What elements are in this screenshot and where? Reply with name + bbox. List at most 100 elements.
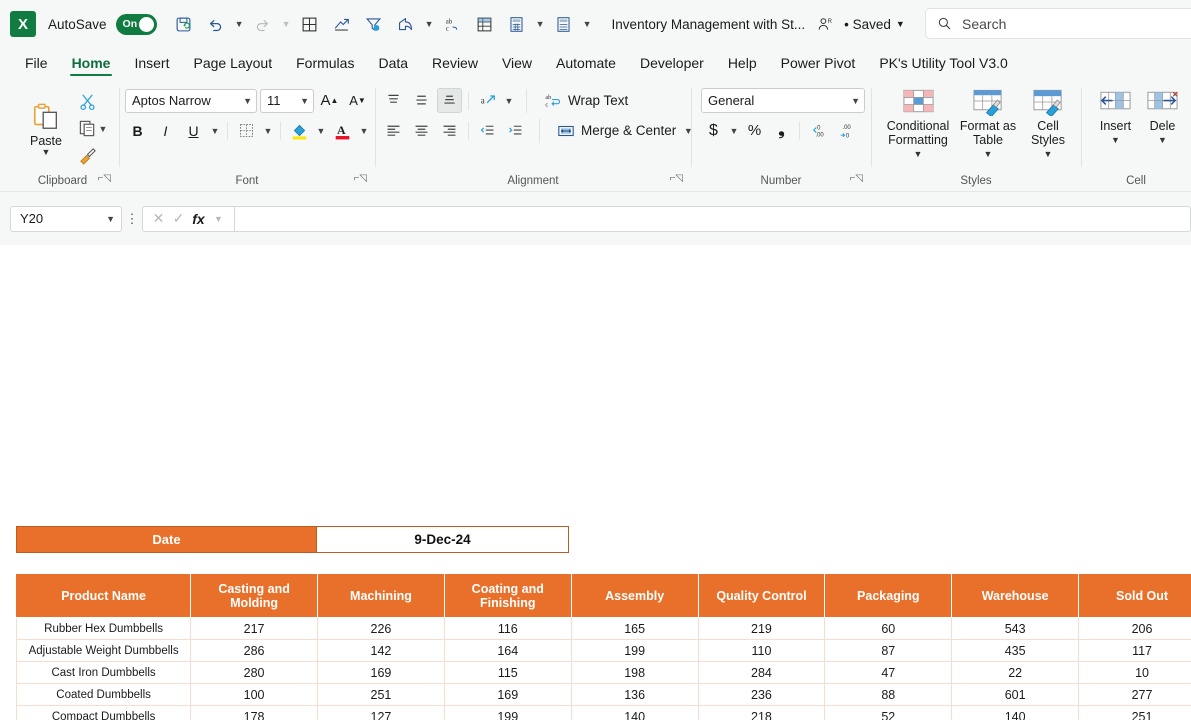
- table-row[interactable]: Coated Dumbbells 100 251 169 136 236 88 601 277: [15, 683, 1191, 706]
- format-painter-button[interactable]: [78, 143, 109, 169]
- bottom-align-button[interactable]: [437, 88, 462, 113]
- orientation-button[interactable]: a: [475, 88, 500, 113]
- table-row[interactable]: Compact Dumbbells 178 127 199 140 218 52 140 251: [15, 705, 1191, 720]
- underline-button[interactable]: U: [181, 118, 206, 143]
- conditional-formatting-dropdown-icon[interactable]: ▼: [914, 147, 923, 161]
- font-name-chevron-down-icon[interactable]: ▼: [243, 96, 252, 106]
- top-align-button[interactable]: [381, 88, 406, 113]
- cell-value[interactable]: 219: [698, 617, 826, 640]
- delete-cells-dropdown-icon[interactable]: ▼: [1158, 133, 1167, 147]
- cell-value[interactable]: 284: [698, 661, 826, 684]
- saved-status[interactable]: • Saved ▼: [844, 17, 905, 32]
- calculator-dropdown-icon[interactable]: ▼: [534, 9, 547, 39]
- cell-value[interactable]: 218: [698, 705, 826, 720]
- number-dialog-launcher[interactable]: ⌐◹: [849, 169, 863, 189]
- format-as-table-dropdown-icon[interactable]: ▼: [984, 147, 993, 161]
- name-box-chevron-down-icon[interactable]: ▼: [106, 214, 115, 224]
- formula-chevron-down-icon[interactable]: ▼: [210, 214, 227, 224]
- cell-product-name[interactable]: Coated Dumbbells: [15, 683, 192, 706]
- borders-dropdown-icon[interactable]: ▼: [262, 126, 274, 136]
- increase-indent-button[interactable]: [503, 118, 528, 143]
- table-row[interactable]: Adjustable Weight Dumbbells 286 142 164 199 1…: [15, 639, 1191, 662]
- cell-value[interactable]: 435: [951, 639, 1080, 662]
- column-header-packaging[interactable]: Packaging: [824, 573, 953, 618]
- middle-align-button[interactable]: [409, 88, 434, 113]
- calculator-icon[interactable]: [502, 9, 532, 39]
- tab-automate[interactable]: Automate: [545, 53, 627, 78]
- customize-qat-icon[interactable]: ▼: [581, 9, 594, 39]
- decrease-decimal-button[interactable]: 0.00: [805, 118, 830, 143]
- percent-format-button[interactable]: %: [742, 118, 767, 143]
- search-input[interactable]: Search: [925, 8, 1191, 39]
- cell-value[interactable]: 206: [1078, 617, 1191, 640]
- table-row[interactable]: Cast Iron Dumbbells 280 169 115 198 284 47 22 10: [15, 661, 1191, 684]
- clipboard-dialog-launcher[interactable]: ⌐◹: [97, 169, 111, 189]
- cell-value[interactable]: 199: [444, 705, 572, 720]
- name-box[interactable]: Y20 ▼: [10, 205, 122, 232]
- spelling-icon[interactable]: ab c: [438, 9, 468, 39]
- font-color-dropdown-icon[interactable]: ▼: [358, 126, 370, 136]
- cell-value[interactable]: 47: [824, 661, 953, 684]
- font-color-button[interactable]: A: [330, 118, 355, 143]
- delete-cells-button[interactable]: Dele ▼: [1140, 84, 1185, 147]
- center-align-button[interactable]: [409, 118, 434, 143]
- comma-style-button[interactable]: ❟: [769, 118, 794, 143]
- cell-value[interactable]: 251: [317, 683, 445, 706]
- column-header-warehouse[interactable]: Warehouse: [951, 573, 1080, 618]
- cell-value[interactable]: 127: [317, 705, 445, 720]
- share-icon[interactable]: [391, 9, 421, 39]
- tab-file[interactable]: File: [14, 53, 59, 78]
- cell-value[interactable]: 251: [1078, 705, 1191, 720]
- cell-product-name[interactable]: Cast Iron Dumbbells: [15, 661, 192, 684]
- copy-button[interactable]: ▼: [78, 116, 109, 142]
- insert-cells-button[interactable]: Insert ▼: [1093, 84, 1138, 147]
- cell-value[interactable]: 164: [444, 639, 572, 662]
- cell-value[interactable]: 136: [571, 683, 699, 706]
- cell-value[interactable]: 601: [951, 683, 1080, 706]
- formula-input[interactable]: [234, 205, 1191, 232]
- tab-developer[interactable]: Developer: [629, 53, 715, 78]
- wrap-text-button[interactable]: ab c Wrap Text: [538, 88, 634, 113]
- sort-icon[interactable]: [327, 9, 357, 39]
- fill-color-dropdown-icon[interactable]: ▼: [315, 126, 327, 136]
- cell-value[interactable]: 169: [317, 661, 445, 684]
- column-header-machining[interactable]: Machining: [317, 573, 445, 618]
- cell-value[interactable]: 117: [1078, 639, 1191, 662]
- cell-value[interactable]: 226: [317, 617, 445, 640]
- accounting-dropdown-icon[interactable]: ▼: [728, 126, 740, 136]
- cell-value[interactable]: 280: [190, 661, 319, 684]
- column-header-coating-and-finishing[interactable]: Coating and Finishing: [443, 573, 572, 618]
- cell-value[interactable]: 142: [317, 639, 445, 662]
- cell-value[interactable]: 10: [1078, 661, 1191, 684]
- merge-center-button[interactable]: Merge & Center ▼: [551, 118, 700, 143]
- paste-dropdown-icon[interactable]: ▼: [42, 147, 51, 156]
- tab-review[interactable]: Review: [421, 53, 489, 78]
- cell-value[interactable]: 178: [190, 705, 319, 720]
- bold-button[interactable]: B: [125, 118, 150, 143]
- autosave-toggle[interactable]: On: [115, 13, 157, 35]
- cell-value[interactable]: 165: [571, 617, 699, 640]
- font-size-combo[interactable]: 11 ▼: [260, 88, 314, 113]
- column-header-quality-control[interactable]: Quality Control: [697, 573, 826, 618]
- font-size-chevron-down-icon[interactable]: ▼: [300, 96, 309, 106]
- cell-value[interactable]: 88: [824, 683, 953, 706]
- underline-dropdown-icon[interactable]: ▼: [209, 126, 221, 136]
- cell-product-name[interactable]: Compact Dumbbells: [15, 705, 192, 720]
- filter-icon[interactable]: [359, 9, 389, 39]
- cell-value[interactable]: 199: [571, 639, 699, 662]
- cell-value[interactable]: 110: [698, 639, 826, 662]
- decrease-font-size-button[interactable]: A ▼: [345, 88, 370, 113]
- column-header-casting-and-molding[interactable]: Casting and Molding: [190, 573, 319, 618]
- align-left-button[interactable]: [381, 118, 406, 143]
- tab-pk-utility-tool[interactable]: PK's Utility Tool V3.0: [868, 53, 1018, 78]
- decrease-indent-button[interactable]: [475, 118, 500, 143]
- saved-chevron-down-icon[interactable]: ▼: [896, 19, 905, 29]
- align-right-button[interactable]: [437, 118, 462, 143]
- insert-function-icon[interactable]: fx: [190, 211, 207, 227]
- share-dropdown-icon[interactable]: ▼: [423, 9, 436, 39]
- column-header-sold-out[interactable]: Sold Out: [1078, 573, 1191, 618]
- cell-value[interactable]: 198: [571, 661, 699, 684]
- number-format-chevron-down-icon[interactable]: ▼: [851, 96, 860, 106]
- cut-button[interactable]: [78, 89, 109, 115]
- share-people-icon[interactable]: R: [817, 16, 834, 33]
